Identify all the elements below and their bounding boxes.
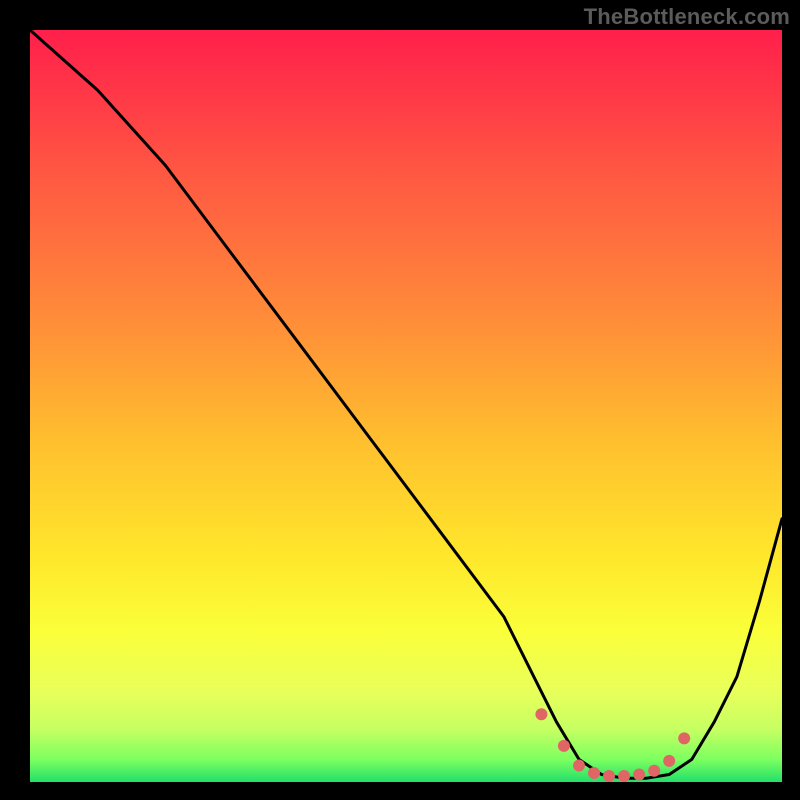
highlight-dot bbox=[573, 760, 585, 772]
highlight-dot bbox=[678, 732, 690, 744]
highlight-dot bbox=[603, 770, 615, 782]
watermark-text: TheBottleneck.com bbox=[584, 4, 790, 30]
bottleneck-chart bbox=[0, 0, 800, 800]
highlight-dot bbox=[663, 755, 675, 767]
highlight-dot bbox=[588, 767, 600, 779]
highlight-dot bbox=[633, 769, 645, 781]
chart-frame: TheBottleneck.com bbox=[0, 0, 800, 800]
highlight-dot bbox=[648, 765, 660, 777]
gradient-background bbox=[30, 30, 782, 782]
highlight-dot bbox=[535, 708, 547, 720]
highlight-dot bbox=[618, 770, 630, 782]
highlight-dot bbox=[558, 740, 570, 752]
